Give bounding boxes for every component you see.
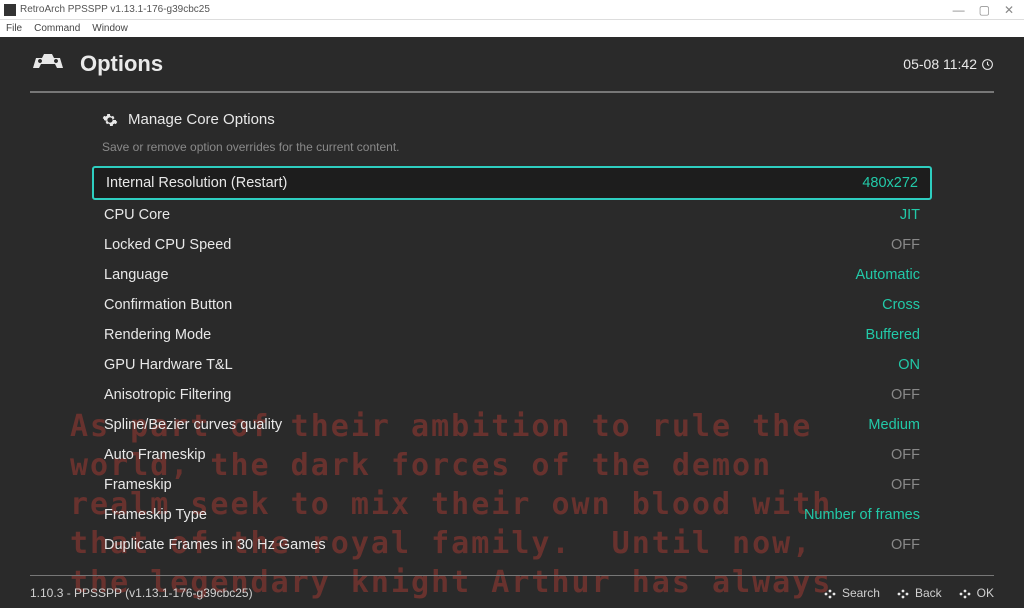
footer-back-button[interactable]: Back	[896, 586, 942, 600]
option-label: Anisotropic Filtering	[104, 387, 231, 403]
footer-ok-button[interactable]: OK	[958, 586, 994, 600]
footer: 1.10.3 - PPSSPP (v1.13.1-176-g39cbc25) S…	[0, 578, 1024, 608]
retroarch-icon	[30, 54, 66, 74]
option-row[interactable]: Locked CPU Speed OFF	[92, 230, 932, 260]
option-row[interactable]: Detect Frame Rate Changes (Notify Fronte…	[92, 560, 932, 568]
option-row[interactable]: Frameskip Type Number of frames	[92, 500, 932, 530]
option-row[interactable]: Frameskip OFF	[92, 470, 932, 500]
ok-label: OK	[977, 586, 994, 600]
dpad-icon	[823, 588, 837, 598]
clock: 05-08 11:42	[903, 56, 994, 72]
option-value: OFF	[891, 447, 920, 463]
manage-core-options[interactable]: Manage Core Options	[92, 103, 932, 136]
clock-icon	[981, 58, 994, 71]
option-label: Rendering Mode	[104, 327, 211, 343]
options-header: Options 05-08 11:42	[0, 37, 1024, 91]
option-value: OFF	[891, 477, 920, 493]
version-text: 1.10.3 - PPSSPP (v1.13.1-176-g39cbc25)	[30, 586, 253, 600]
option-value: Medium	[868, 417, 920, 433]
option-label: CPU Core	[104, 207, 170, 223]
option-row[interactable]: Spline/Bezier curves quality Medium	[92, 410, 932, 440]
option-label: Auto Frameskip	[104, 447, 206, 463]
dpad-icon	[896, 588, 910, 598]
window-titlebar: RetroArch PPSSPP v1.13.1-176-g39cbc25 — …	[0, 0, 1024, 20]
option-row[interactable]: Rendering Mode Buffered	[92, 320, 932, 350]
option-label: Spline/Bezier curves quality	[104, 417, 282, 433]
option-value: Number of frames	[804, 507, 920, 523]
window-title: RetroArch PPSSPP v1.13.1-176-g39cbc25	[20, 4, 210, 15]
menubar: File Command Window	[0, 20, 1024, 37]
option-value: OFF	[891, 537, 920, 553]
search-label: Search	[842, 586, 880, 600]
gear-icon	[102, 112, 118, 128]
option-row[interactable]: Auto Frameskip OFF	[92, 440, 932, 470]
option-row[interactable]: Anisotropic Filtering OFF	[92, 380, 932, 410]
option-row[interactable]: Confirmation Button Cross	[92, 290, 932, 320]
footer-search-button[interactable]: Search	[823, 586, 880, 600]
option-value: 480x272	[862, 175, 918, 191]
menu-window[interactable]: Window	[92, 23, 128, 34]
option-value: OFF	[891, 387, 920, 403]
option-value: OFF	[891, 237, 920, 253]
option-value: ON	[898, 357, 920, 373]
dpad-icon	[958, 588, 972, 598]
back-label: Back	[915, 586, 942, 600]
divider-top	[30, 91, 994, 93]
minimize-button[interactable]: —	[953, 3, 965, 17]
emulator-view: As part of their ambition to rule the wo…	[0, 37, 1024, 608]
clock-text: 05-08 11:42	[903, 56, 977, 72]
page-title: Options	[80, 51, 163, 77]
option-label: Detect Frame Rate Changes (Notify Fronte…	[104, 567, 401, 568]
option-value: Buffered	[865, 327, 920, 343]
option-value: JIT	[900, 207, 920, 223]
app-icon	[4, 4, 16, 16]
option-label: Language	[104, 267, 169, 283]
menu-command[interactable]: Command	[34, 23, 80, 34]
option-label: Frameskip	[104, 477, 172, 493]
option-label: Internal Resolution (Restart)	[106, 175, 287, 191]
option-row[interactable]: Language Automatic	[92, 260, 932, 290]
menu-file[interactable]: File	[6, 23, 22, 34]
window-controls: — ▢ ✕	[953, 3, 1020, 17]
option-value: Cross	[882, 297, 920, 313]
option-label: Frameskip Type	[104, 507, 207, 523]
option-row[interactable]: Duplicate Frames in 30 Hz Games OFF	[92, 530, 932, 560]
close-button[interactable]: ✕	[1004, 3, 1014, 17]
divider-bottom	[30, 575, 994, 577]
option-value: OFF	[891, 567, 920, 568]
option-label: Confirmation Button	[104, 297, 232, 313]
options-list: Manage Core Options Save or remove optio…	[92, 103, 932, 568]
option-label: Duplicate Frames in 30 Hz Games	[104, 537, 326, 553]
manage-subtext: Save or remove option overrides for the …	[92, 136, 932, 166]
option-row[interactable]: CPU Core JIT	[92, 200, 932, 230]
manage-label: Manage Core Options	[128, 111, 275, 128]
option-value: Automatic	[856, 267, 920, 283]
maximize-button[interactable]: ▢	[979, 3, 990, 17]
option-row[interactable]: Internal Resolution (Restart) 480x272	[92, 166, 932, 200]
option-label: Locked CPU Speed	[104, 237, 231, 253]
option-row[interactable]: GPU Hardware T&L ON	[92, 350, 932, 380]
option-label: GPU Hardware T&L	[104, 357, 233, 373]
